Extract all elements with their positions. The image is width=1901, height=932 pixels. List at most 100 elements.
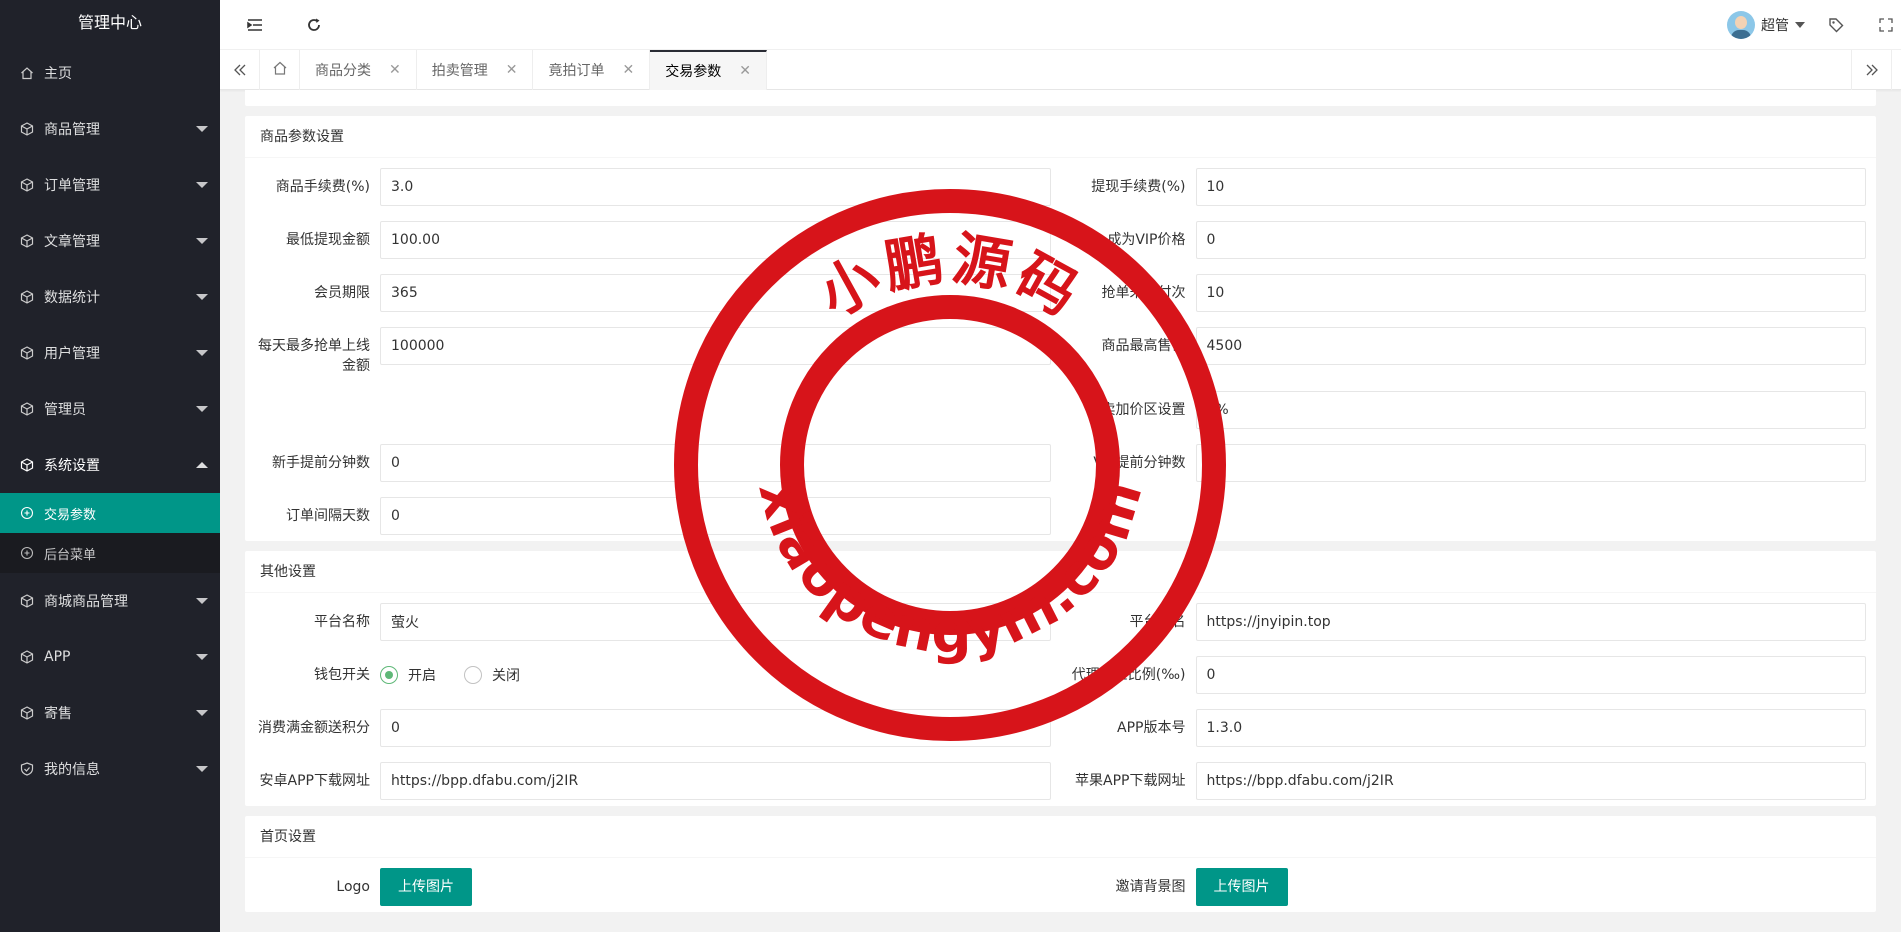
radio-label: 开启 [408, 668, 436, 684]
sidebar-item-consignment[interactable]: 寄售 [0, 685, 220, 741]
fullscreen-icon[interactable] [1875, 14, 1897, 36]
refresh-icon[interactable] [303, 14, 325, 36]
close-icon[interactable]: ✕ [622, 62, 634, 78]
sidebar-item-users[interactable]: 用户管理 [0, 325, 220, 381]
withdraw-fee-input[interactable] [1195, 168, 1866, 206]
sidebar-item-label: 系统设置 [44, 458, 100, 474]
auction-markup-input[interactable] [1195, 391, 1866, 429]
sidebar-submenu: 交易参数 后台菜单 [0, 493, 220, 573]
daily-max-input[interactable] [380, 327, 1051, 365]
field-label: 商品手续费(%) [275, 179, 370, 195]
menu-fold-icon[interactable] [244, 14, 266, 36]
close-icon[interactable]: ✕ [389, 62, 401, 78]
android-url-input[interactable] [380, 762, 1051, 800]
main-content: 商品参数设置 商品手续费(%) 提现手续费(%) 最低提现金额 成为VIP价格 … [220, 90, 1901, 932]
chevron-down-icon [196, 126, 208, 132]
sidebar-item-goods[interactable]: 商品管理 [0, 101, 220, 157]
min-withdraw-input[interactable] [380, 221, 1051, 259]
sidebar-item-stats[interactable]: 数据统计 [0, 269, 220, 325]
vip-minutes-input[interactable] [1195, 444, 1866, 482]
cube-icon [20, 594, 34, 608]
tab-auction-orders[interactable]: 竟拍订单 ✕ [533, 50, 651, 90]
tab-auction-manage[interactable]: 拍卖管理 ✕ [417, 50, 534, 90]
sidebar-item-label: 订单管理 [44, 178, 100, 194]
sidebar-subitem-admin-menu[interactable]: 后台菜单 [0, 533, 220, 573]
field-label: 会员期限 [314, 285, 370, 301]
platform-name-input[interactable] [380, 603, 1051, 641]
radio-label: 关闭 [492, 668, 520, 684]
tab-goods-category[interactable]: 商品分类 ✕ [300, 50, 417, 90]
sidebar-item-home[interactable]: 主页 [0, 45, 220, 101]
app-version-input[interactable] [1195, 709, 1866, 747]
sidebar-item-my-info[interactable]: 我的信息 [0, 741, 220, 797]
platform-domain-input[interactable] [1195, 603, 1866, 641]
form-row-empty [245, 391, 1061, 429]
plus-circle-icon [20, 506, 34, 520]
sidebar-item-label: 商城商品管理 [44, 594, 128, 610]
member-period-input[interactable] [380, 274, 1051, 312]
upload-invite-bg-button[interactable]: 上传图片 [1195, 868, 1288, 906]
chevron-down-icon [196, 238, 208, 244]
sidebar-item-articles[interactable]: 文章管理 [0, 213, 220, 269]
tag-icon[interactable] [1825, 14, 1847, 36]
commission-input[interactable] [1195, 656, 1866, 694]
newbie-minutes-input[interactable] [380, 444, 1051, 482]
form-row: APP版本号 [1061, 709, 1877, 747]
close-icon[interactable]: ✕ [506, 62, 518, 78]
tabs: 商品分类 ✕ 拍卖管理 ✕ 竟拍订单 ✕ 交易参数 ✕ [260, 50, 767, 90]
wallet-off-radio[interactable]: 关闭 [464, 665, 520, 685]
vip-price-input[interactable] [1195, 221, 1866, 259]
form-row: 抢单未支付次 [1061, 274, 1877, 312]
tabs-scroll-right-icon[interactable] [1851, 50, 1891, 90]
sidebar-item-label: 我的信息 [44, 762, 100, 778]
sidebar-item-label: 文章管理 [44, 234, 100, 250]
home-icon [272, 60, 288, 80]
sidebar-item-label: 主页 [44, 66, 72, 82]
field-label: 代理佣金比例(‰) [1071, 667, 1186, 683]
points-input[interactable] [380, 709, 1051, 747]
sidebar-item-system[interactable]: 系统设置 [0, 437, 220, 493]
cube-icon [20, 290, 34, 304]
sidebar-subitem-trade-params[interactable]: 交易参数 [0, 493, 220, 533]
tabs-scroll-left-icon[interactable] [220, 50, 260, 90]
radio-checked-icon [380, 666, 398, 684]
field-label: 每天最多抢单上线金额 [258, 338, 370, 374]
form-row: 平台域名 [1061, 603, 1877, 641]
ios-url-input[interactable] [1195, 762, 1866, 800]
plus-circle-icon [20, 546, 34, 560]
card-title: 首页设置 [245, 816, 1876, 858]
form-row: 提现手续费(%) [1061, 168, 1877, 206]
form-row: 每天最多抢单上线金额 [245, 327, 1061, 376]
tab-trade-params[interactable]: 交易参数 ✕ [650, 50, 767, 90]
sidebar-item-admins[interactable]: 管理员 [0, 381, 220, 437]
close-icon[interactable]: ✕ [739, 63, 751, 79]
form-row: 苹果APP下载网址 [1061, 762, 1877, 800]
cube-icon [20, 234, 34, 248]
max-price-input[interactable] [1195, 327, 1866, 365]
chevron-up-icon [196, 462, 208, 468]
unpaid-times-input[interactable] [1195, 274, 1866, 312]
sidebar-subitem-label: 后台菜单 [44, 547, 97, 563]
upload-logo-button[interactable]: 上传图片 [380, 868, 472, 906]
tab-label: 商品分类 [315, 63, 371, 79]
chevron-down-icon [196, 598, 208, 604]
form-row: 成为VIP价格 [1061, 221, 1877, 259]
tab-home[interactable] [260, 50, 300, 90]
sidebar-item-mall-goods[interactable]: 商城商品管理 [0, 573, 220, 629]
wallet-on-radio[interactable]: 开启 [380, 665, 436, 685]
sidebar-item-app[interactable]: APP [0, 629, 220, 685]
tabs-bar: 商品分类 ✕ 拍卖管理 ✕ 竟拍订单 ✕ 交易参数 ✕ [220, 50, 1901, 90]
tabs-dropdown-icon[interactable] [1891, 50, 1901, 90]
radio-unchecked-icon [464, 666, 482, 684]
form-row: 新手提前分钟数 [245, 444, 1061, 482]
previous-card-bottom [245, 90, 1876, 106]
user-menu[interactable]: 超管 [1727, 11, 1805, 39]
field-label: 提现手续费(%) [1091, 179, 1186, 195]
tab-label: 交易参数 [665, 64, 722, 80]
sidebar-item-orders[interactable]: 订单管理 [0, 157, 220, 213]
cube-icon [20, 346, 34, 360]
goods-fee-input[interactable] [380, 168, 1051, 206]
chevron-down-icon [196, 350, 208, 356]
order-interval-input[interactable] [380, 497, 1051, 535]
card-title: 商品参数设置 [245, 116, 1876, 158]
